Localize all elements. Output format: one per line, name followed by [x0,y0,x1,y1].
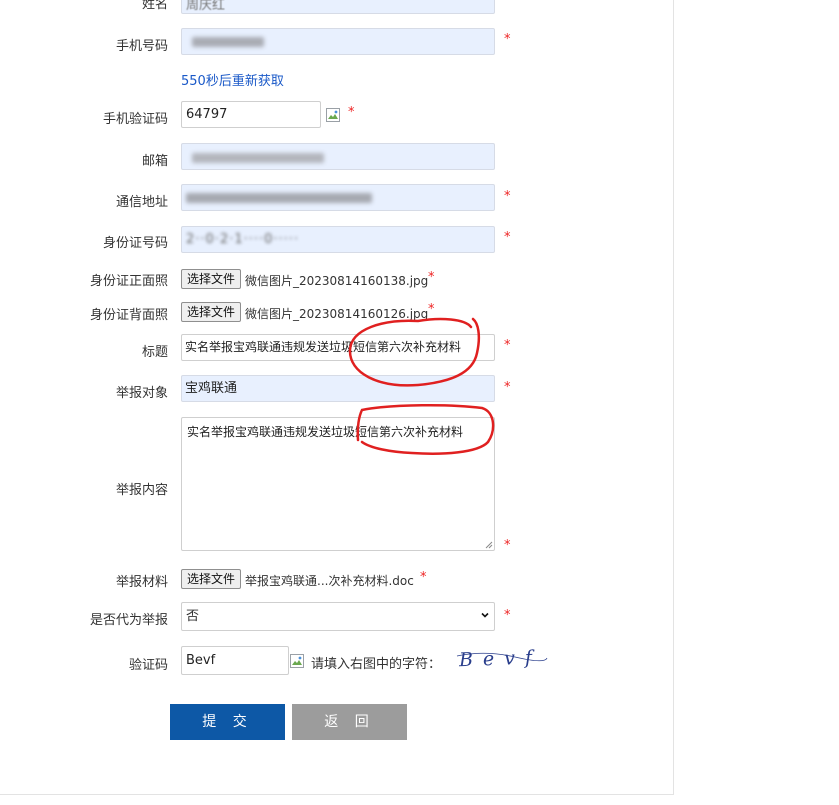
phone-required: * [504,32,511,47]
name-value: 周庆红 [186,0,226,13]
proxy-select[interactable]: 否 [181,602,495,631]
id-front-file-button[interactable]: 选择文件 [181,269,242,289]
materials-file-button[interactable]: 选择文件 [181,569,242,589]
label-id-front: 身份证正面照 [89,274,168,289]
label-phone: 手机号码 [115,39,168,54]
address-input[interactable] [181,184,495,211]
label-title: 标题 [141,345,168,360]
label-materials: 举报材料 [115,575,168,590]
content-textarea[interactable]: 实名举报宝鸡联通违规发送垃圾短信第六次补充材料 [181,417,495,551]
captcha-image[interactable]: Bevf [455,646,550,672]
panel-bottom-border [0,794,674,795]
id-back-required: * [428,302,435,317]
materials-file-name: 举报宝鸡联通...次补充材料.doc [245,574,414,588]
broken-image-icon [326,108,340,122]
label-target: 举报对象 [115,386,168,401]
chevron-down-icon [481,612,489,618]
label-proxy: 是否代为举报 [89,613,168,628]
label-sms-code: 手机验证码 [102,112,168,127]
id-front-file-name: 微信图片_20230814160138.jpg [245,274,429,288]
sms-code-required: * [348,105,355,120]
captcha-input[interactable]: Bevf [181,646,289,675]
phone-redacted [192,37,264,47]
address-required: * [504,189,511,204]
target-required: * [504,380,511,395]
resend-code-link[interactable]: 550秒后重新获取 [181,70,284,89]
panel-right-border [673,0,674,795]
label-content: 举报内容 [115,483,168,498]
label-id-back: 身份证背面照 [89,308,168,323]
label-id-number: 身份证号码 [102,236,168,251]
sms-code-input[interactable]: 64797 [181,101,321,128]
submit-button[interactable]: 提 交 [170,704,285,740]
title-required: * [504,338,511,353]
id-number-value: 2··0·2·1····0····· [186,232,300,247]
proxy-required: * [504,608,511,623]
captcha-image-text: Bevf [458,646,543,671]
proxy-selected-value: 否 [186,609,200,624]
captcha-hint: 请填入右图中的字符： [311,657,442,672]
target-input[interactable]: 宝鸡联通 [181,375,495,402]
label-email: 邮箱 [141,154,168,169]
content-value: 实名举报宝鸡联通违规发送垃圾短信第六次补充材料 [187,425,464,439]
id-number-required: * [504,230,511,245]
label-name: 姓名 [141,0,168,12]
email-redacted [192,153,324,163]
content-required: * [504,538,511,553]
email-input[interactable] [181,143,495,170]
id-back-file-name: 微信图片_20230814160126.jpg [245,307,429,321]
label-address: 通信地址 [115,195,168,210]
id-front-required: * [428,270,435,285]
back-button[interactable]: 返 回 [292,704,407,740]
captcha-broken-image-icon [290,654,304,668]
id-back-file-button[interactable]: 选择文件 [181,302,242,322]
name-input[interactable]: 周庆红 [181,0,495,14]
address-redacted [186,193,372,203]
id-number-input[interactable]: 2··0·2·1····0····· [181,226,495,253]
phone-input[interactable] [181,28,495,55]
title-input[interactable]: 实名举报宝鸡联通违规发送垃圾短信第六次补充材料 [181,334,495,361]
materials-required: * [420,570,427,585]
resize-grip-icon[interactable] [485,541,493,549]
label-captcha: 验证码 [128,658,168,673]
